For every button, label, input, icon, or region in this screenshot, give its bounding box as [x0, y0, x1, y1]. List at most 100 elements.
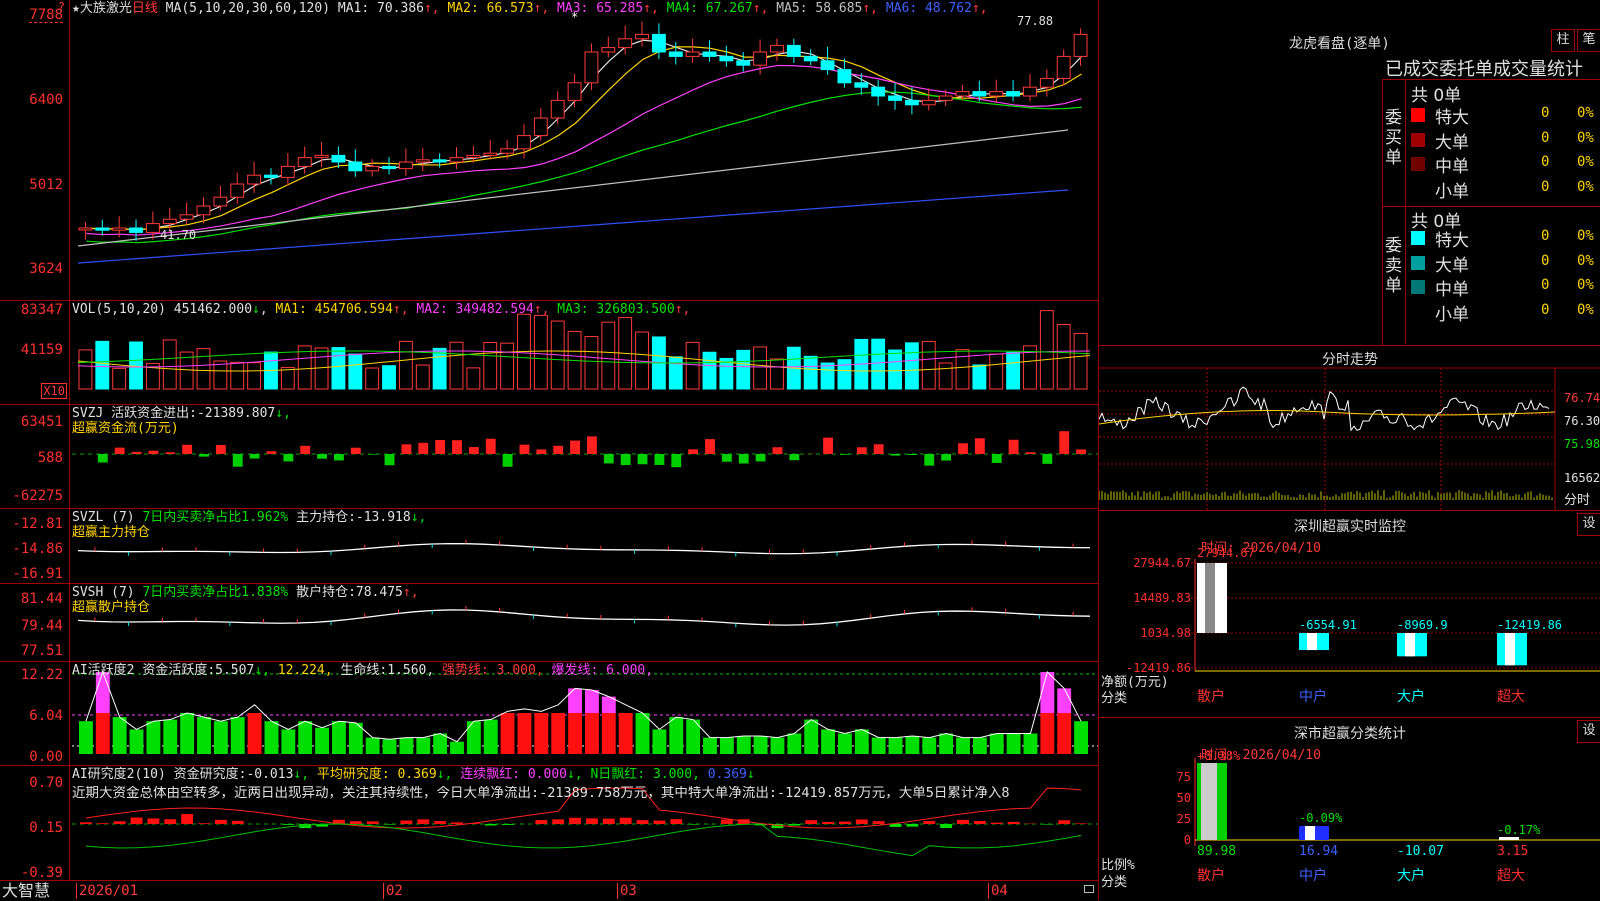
row-pct: 0% — [1577, 302, 1594, 318]
bar-view-button[interactable]: 柱 — [1551, 29, 1575, 52]
research-bar — [569, 818, 581, 824]
candle — [821, 61, 834, 70]
row-count: 0 — [1541, 154, 1549, 170]
y-tick: 14489.83 — [1133, 591, 1191, 605]
period-label[interactable]: 日线 — [132, 1, 158, 16]
indicator-arrow: ↓, — [293, 767, 309, 782]
candle — [905, 100, 918, 104]
vol-ma-value: 349482.594 — [448, 302, 534, 317]
candle — [703, 52, 716, 56]
flow-bar — [536, 449, 546, 454]
classify-chart[interactable]: 7550250+0.38%89.98散户-0.09%16.94中户-10.07大… — [1099, 718, 1600, 901]
row-count: 0 — [1541, 302, 1549, 318]
activity-bar — [720, 738, 734, 754]
candle — [551, 100, 564, 118]
flow-bar — [671, 454, 681, 467]
activity-bar — [113, 717, 127, 754]
legend-swatch — [1411, 108, 1425, 122]
research-bar — [97, 823, 109, 824]
research-bar — [485, 824, 497, 826]
x-tick: 02 — [383, 883, 403, 899]
candle — [501, 149, 514, 153]
intraday-panel[interactable]: 分时走势 76.74 76.30 75.98 16562 分时 — [1098, 345, 1600, 510]
volume-bar — [990, 354, 1003, 389]
activity-bar — [248, 713, 262, 754]
category-label: 超大 — [1497, 868, 1525, 884]
candle — [399, 162, 412, 169]
research-bar — [417, 819, 429, 824]
row-pct: 0% — [1577, 130, 1594, 146]
flow-bar — [233, 454, 243, 467]
y-tick: 1034.98 — [1140, 626, 1191, 640]
indicator-pct: 7日内买卖净占比1.838% — [142, 585, 288, 600]
category-label: 散户 — [1197, 688, 1225, 705]
volume-bar — [973, 365, 986, 389]
ratio-bar — [1499, 837, 1519, 840]
kline-chart[interactable]: * — [0, 0, 1098, 301]
activity-bar — [872, 738, 886, 754]
flow-bar — [469, 447, 479, 454]
volume-bar — [534, 315, 547, 389]
research-bar — [906, 824, 918, 827]
svzj-pane[interactable]: 63451 588 -62275 SVZJ 活跃资金进出:-21389.807↓… — [0, 405, 1098, 509]
ai-research-chart[interactable] — [0, 766, 1098, 880]
stats-header: 已成交委托单成交量统计 — [1385, 55, 1583, 81]
svzl-pane[interactable]: -12.81 -14.86 -16.91 SVZL (7) 7日内买卖净占比1.… — [0, 509, 1098, 584]
y-tick: 75.98 — [1564, 437, 1600, 451]
monitor-chart[interactable]: 27944.6714489.831034.98-12419.8627944.67… — [1099, 511, 1600, 718]
ma-label: MA6: — [878, 1, 917, 16]
research-bar — [535, 820, 547, 824]
activity-bar — [619, 713, 633, 754]
activity-bar — [214, 721, 228, 754]
research-bar — [215, 820, 227, 824]
activity-bar — [130, 729, 144, 754]
candle — [248, 175, 261, 184]
activity-bar — [821, 729, 835, 754]
flow-bar — [1042, 454, 1052, 464]
candle — [315, 155, 328, 157]
intraday-chart[interactable] — [1099, 346, 1600, 511]
line-view-button[interactable]: 笔 — [1577, 29, 1600, 52]
activity-bar — [265, 721, 279, 754]
flow-bar — [1059, 431, 1069, 454]
low-price-label: 41.70 — [160, 228, 196, 242]
avg-research: 平均研究度: 0.369 — [317, 767, 437, 782]
volume-bar — [1007, 352, 1020, 389]
monitor-panel[interactable]: 深圳超赢实时监控 设 时间: 2026/04/10 27944.6714489.… — [1098, 510, 1600, 717]
candle — [163, 219, 176, 223]
volume-bar — [737, 350, 750, 389]
x-axis-label: 分类 — [1101, 871, 1127, 890]
flow-bar — [199, 454, 209, 457]
research-bar — [147, 818, 159, 824]
activity-bar — [467, 721, 481, 754]
volume-bar — [214, 361, 227, 389]
activity-bar — [146, 721, 160, 754]
kline-pane[interactable]: 7788 6400 5012 3624 ? * ★大族激光日线 MA(5,10,… — [0, 0, 1098, 301]
row-count: 0 — [1541, 105, 1549, 121]
volume-bar — [585, 337, 598, 389]
flow-bar — [773, 447, 783, 454]
activity-bar — [281, 729, 295, 754]
activity-bar — [534, 713, 548, 754]
flow-bar — [553, 446, 563, 454]
classify-panel[interactable]: 深市超赢分类统计 设 时间: 2026/04/10 7550250+0.38%8… — [1098, 717, 1600, 900]
volume-pane[interactable]: 83347 41159 X10 VOL(5,10,20) 451462.000↓… — [0, 301, 1098, 405]
indicator-label: 活跃资金进出: — [111, 406, 197, 421]
volume-bar — [281, 367, 294, 389]
volume-bar — [484, 343, 497, 389]
indicator-arrow: ↓, — [411, 510, 427, 525]
ai-research-pane[interactable]: 0.70 0.15 -0.39 AI研究度2(10) 资金研究度:-0.013↓… — [0, 766, 1098, 880]
svsh-pane[interactable]: 81.44 79.44 77.51 SVSH (7) 7日内买卖净占比1.838… — [0, 584, 1098, 662]
indicator-value: -13.918 — [356, 510, 411, 525]
lock-icon[interactable] — [1084, 885, 1094, 893]
volume-bar — [872, 339, 885, 389]
ai-activity-pane[interactable]: 12.22 6.04 0.00 AI活跃度2 资金活跃度:5.507↓, 12.… — [0, 662, 1098, 766]
flow-bar — [148, 451, 158, 454]
candle — [113, 228, 126, 230]
candle — [180, 215, 193, 219]
y-tick: 50 — [1177, 791, 1191, 805]
research-bar — [788, 824, 800, 826]
analysis-comment: 近期大资金总体由空转多，近两日出现异动，关注其持续性，今日大单净流出:-2138… — [72, 786, 1092, 801]
legend-swatch — [1411, 133, 1425, 147]
flow-bar — [924, 454, 934, 466]
